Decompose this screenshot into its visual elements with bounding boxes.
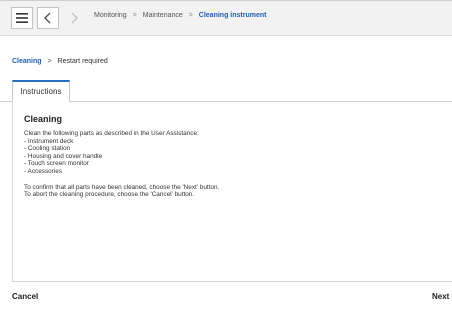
cancel-button[interactable]: Cancel — [12, 292, 38, 301]
part-list-item: - Housing and cover handle — [24, 152, 103, 160]
chevron-left-icon — [44, 12, 51, 24]
content-body: Clean the following parts as described i… — [24, 130, 219, 199]
forward-button[interactable] — [63, 7, 85, 29]
back-button[interactable] — [37, 7, 59, 29]
next-button[interactable]: Next — [432, 292, 449, 301]
chevron-right-icon — [71, 12, 78, 24]
breadcrumb-item-maintenance[interactable]: Maintenance — [143, 12, 183, 19]
breadcrumb-item-monitoring[interactable]: Monitoring — [94, 12, 127, 19]
top-navigation-bar: Monitoring > Maintenance > Cleaning inst… — [0, 0, 452, 36]
part-list-item: - Instrument deck — [24, 137, 74, 145]
part-list-item: - Cooling station — [24, 145, 71, 153]
step-active: Cleaning — [12, 58, 42, 65]
breadcrumb-item-current: Cleaning instrument — [198, 12, 267, 19]
instruction-line: Clean the following parts as described i… — [24, 130, 199, 137]
breadcrumb-separator: > — [188, 12, 193, 19]
step-next: Restart required — [57, 58, 108, 65]
part-list-item: - Accessories — [24, 167, 63, 175]
breadcrumb: Monitoring > Maintenance > Cleaning inst… — [94, 12, 266, 19]
tab-bar: Instructions — [0, 80, 452, 102]
content-title: Cleaning — [24, 114, 63, 124]
instructions-panel: Cleaning Clean the following parts as de… — [12, 102, 452, 282]
hamburger-icon — [16, 13, 28, 23]
menu-button[interactable] — [11, 7, 33, 29]
step-indicator: Cleaning > Restart required — [12, 58, 108, 65]
part-list-item: - Touch screen monitor — [24, 160, 89, 168]
breadcrumb-separator: > — [132, 12, 137, 19]
tab-instructions[interactable]: Instructions — [12, 80, 70, 102]
step-separator: > — [47, 58, 52, 65]
confirm-instruction: To confirm that all parts have been clea… — [24, 183, 220, 191]
abort-instruction: To abort the cleaning procedure, choose … — [24, 191, 195, 199]
